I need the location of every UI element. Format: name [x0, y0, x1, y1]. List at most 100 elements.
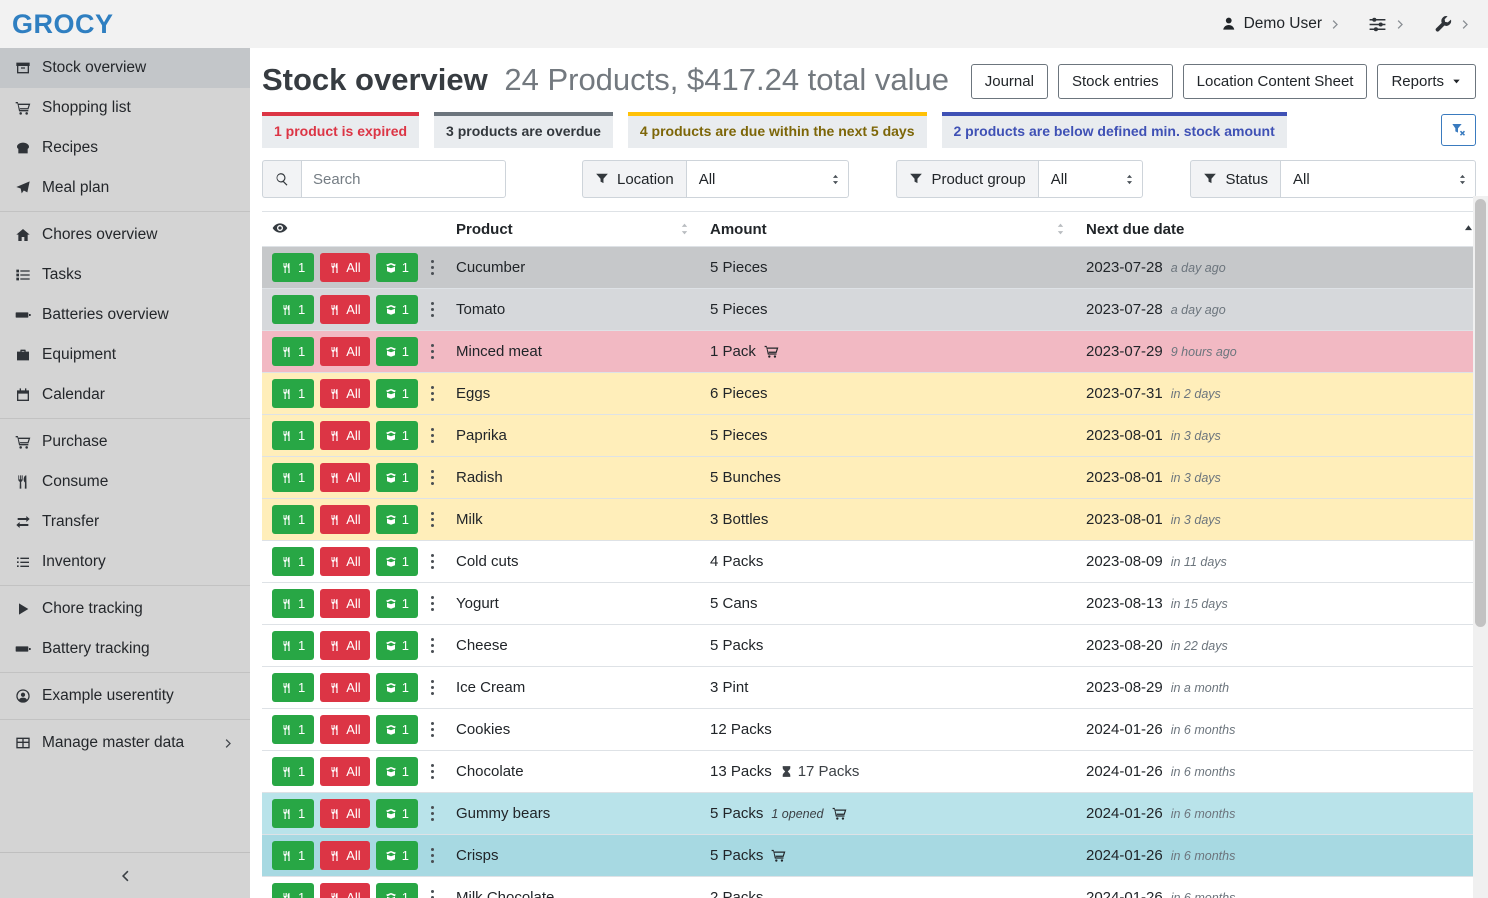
- consume-all-button[interactable]: All: [320, 505, 369, 534]
- consume-all-button[interactable]: All: [320, 379, 369, 408]
- consume-all-button[interactable]: All: [320, 673, 369, 702]
- consume-one-button[interactable]: 1: [272, 757, 314, 786]
- open-one-button[interactable]: 1: [376, 715, 418, 744]
- clear-filters-button[interactable]: [1441, 114, 1476, 146]
- consume-all-button[interactable]: All: [320, 337, 369, 366]
- row-menu-button[interactable]: [424, 802, 442, 826]
- row-menu-button[interactable]: [424, 340, 442, 364]
- consume-all-button[interactable]: All: [320, 799, 369, 828]
- consume-one-button[interactable]: 1: [272, 337, 314, 366]
- status-banner-warning[interactable]: 4 products are due within the next 5 day…: [628, 112, 927, 148]
- consume-one-button[interactable]: 1: [272, 379, 314, 408]
- sidebar-item-purchase[interactable]: Purchase: [0, 422, 250, 462]
- row-menu-button[interactable]: [424, 676, 442, 700]
- sidebar-item-inventory[interactable]: Inventory: [0, 542, 250, 582]
- sidebar-collapse-button[interactable]: [0, 852, 250, 898]
- consume-all-button[interactable]: All: [320, 883, 369, 898]
- user-menu[interactable]: Demo User: [1221, 15, 1342, 33]
- row-menu-button[interactable]: [424, 298, 442, 322]
- table-row[interactable]: 1 All 1 Cheese 5 Packs: [262, 625, 1484, 667]
- consume-one-button[interactable]: 1: [272, 505, 314, 534]
- product-group-select[interactable]: All: [1038, 160, 1143, 198]
- row-menu-button[interactable]: [424, 718, 442, 742]
- row-menu-button[interactable]: [424, 844, 442, 868]
- row-menu-button[interactable]: [424, 634, 442, 658]
- table-row[interactable]: 1 All 1 Milk 3 Bottles: [262, 499, 1484, 541]
- consume-one-button[interactable]: 1: [272, 589, 314, 618]
- sidebar-item-example-userentity[interactable]: Example userentity: [0, 676, 250, 716]
- open-one-button[interactable]: 1: [376, 379, 418, 408]
- sidebar-item-tasks[interactable]: Tasks: [0, 255, 250, 295]
- consume-all-button[interactable]: All: [320, 841, 369, 870]
- app-logo[interactable]: GROCY: [12, 9, 114, 40]
- open-one-button[interactable]: 1: [376, 883, 418, 898]
- consume-all-button[interactable]: All: [320, 463, 369, 492]
- consume-one-button[interactable]: 1: [272, 715, 314, 744]
- table-row[interactable]: 1 All 1 Ice Cream 3 Pint: [262, 667, 1484, 709]
- consume-one-button[interactable]: 1: [272, 421, 314, 450]
- column-header-amount[interactable]: Amount: [700, 212, 1076, 247]
- reports-button[interactable]: Reports: [1377, 64, 1476, 99]
- consume-one-button[interactable]: 1: [272, 799, 314, 828]
- journal-button[interactable]: Journal: [971, 64, 1048, 99]
- table-row[interactable]: 1 All 1 Tomato 5 Pieces: [262, 289, 1484, 331]
- consume-one-button[interactable]: 1: [272, 295, 314, 324]
- sidebar-item-stock-overview[interactable]: Stock overview: [0, 48, 250, 88]
- search-input[interactable]: [301, 160, 506, 198]
- status-banner-primary[interactable]: 2 products are below defined min. stock …: [942, 112, 1287, 148]
- settings-menu[interactable]: [1368, 15, 1407, 34]
- status-banner-danger[interactable]: 1 product is expired: [262, 112, 419, 148]
- consume-all-button[interactable]: All: [320, 421, 369, 450]
- consume-one-button[interactable]: 1: [272, 547, 314, 576]
- open-one-button[interactable]: 1: [376, 757, 418, 786]
- table-row[interactable]: 1 All 1 Cucumber 5 Pieces: [262, 247, 1484, 289]
- row-menu-button[interactable]: [424, 508, 442, 532]
- status-banner-secondary[interactable]: 3 products are overdue: [434, 112, 613, 148]
- stock-entries-button[interactable]: Stock entries: [1058, 64, 1173, 99]
- open-one-button[interactable]: 1: [376, 673, 418, 702]
- eye-icon[interactable]: [272, 220, 288, 236]
- consume-all-button[interactable]: All: [320, 715, 369, 744]
- row-menu-button[interactable]: [424, 256, 442, 280]
- table-row[interactable]: 1 All 1 Eggs 6 Pieces: [262, 373, 1484, 415]
- table-row[interactable]: 1 All 1 Crisps 5 Packs: [262, 835, 1484, 877]
- row-menu-button[interactable]: [424, 592, 442, 616]
- row-menu-button[interactable]: [424, 382, 442, 406]
- table-row[interactable]: 1 All 1 Milk Chocolate 2 Packs: [262, 877, 1484, 898]
- admin-menu[interactable]: [1433, 15, 1472, 34]
- sidebar-item-consume[interactable]: Consume: [0, 462, 250, 502]
- open-one-button[interactable]: 1: [376, 463, 418, 492]
- open-one-button[interactable]: 1: [376, 841, 418, 870]
- consume-all-button[interactable]: All: [320, 295, 369, 324]
- sidebar-item-shopping-list[interactable]: Shopping list: [0, 88, 250, 128]
- table-row[interactable]: 1 All 1 Minced meat 1 Pack: [262, 331, 1484, 373]
- row-menu-button[interactable]: [424, 760, 442, 784]
- consume-all-button[interactable]: All: [320, 589, 369, 618]
- open-one-button[interactable]: 1: [376, 631, 418, 660]
- row-menu-button[interactable]: [424, 466, 442, 490]
- column-header-product[interactable]: Product: [446, 212, 700, 247]
- sidebar-item-manage-master-data[interactable]: Manage master data: [0, 723, 250, 763]
- row-menu-button[interactable]: [424, 886, 442, 898]
- open-one-button[interactable]: 1: [376, 295, 418, 324]
- sidebar-item-chore-tracking[interactable]: Chore tracking: [0, 589, 250, 629]
- sidebar-item-meal-plan[interactable]: Meal plan: [0, 168, 250, 208]
- row-menu-button[interactable]: [424, 550, 442, 574]
- table-row[interactable]: 1 All 1 Chocolate 13 Packs 17: [262, 751, 1484, 793]
- status-select[interactable]: All: [1280, 160, 1476, 198]
- sidebar-item-battery-tracking[interactable]: Battery tracking: [0, 629, 250, 669]
- location-select[interactable]: All: [686, 160, 849, 198]
- consume-one-button[interactable]: 1: [272, 841, 314, 870]
- sidebar-item-transfer[interactable]: Transfer: [0, 502, 250, 542]
- open-one-button[interactable]: 1: [376, 253, 418, 282]
- open-one-button[interactable]: 1: [376, 547, 418, 576]
- table-row[interactable]: 1 All 1 Paprika 5 Pieces: [262, 415, 1484, 457]
- open-one-button[interactable]: 1: [376, 505, 418, 534]
- sidebar-item-batteries-overview[interactable]: Batteries overview: [0, 295, 250, 335]
- sidebar-item-recipes[interactable]: Recipes: [0, 128, 250, 168]
- open-one-button[interactable]: 1: [376, 799, 418, 828]
- table-row[interactable]: 1 All 1 Cookies 12 Packs: [262, 709, 1484, 751]
- table-row[interactable]: 1 All 1 Cold cuts 4 Packs: [262, 541, 1484, 583]
- column-header-next-due-date[interactable]: Next due date: [1076, 212, 1484, 247]
- location-content-sheet-button[interactable]: Location Content Sheet: [1183, 64, 1368, 99]
